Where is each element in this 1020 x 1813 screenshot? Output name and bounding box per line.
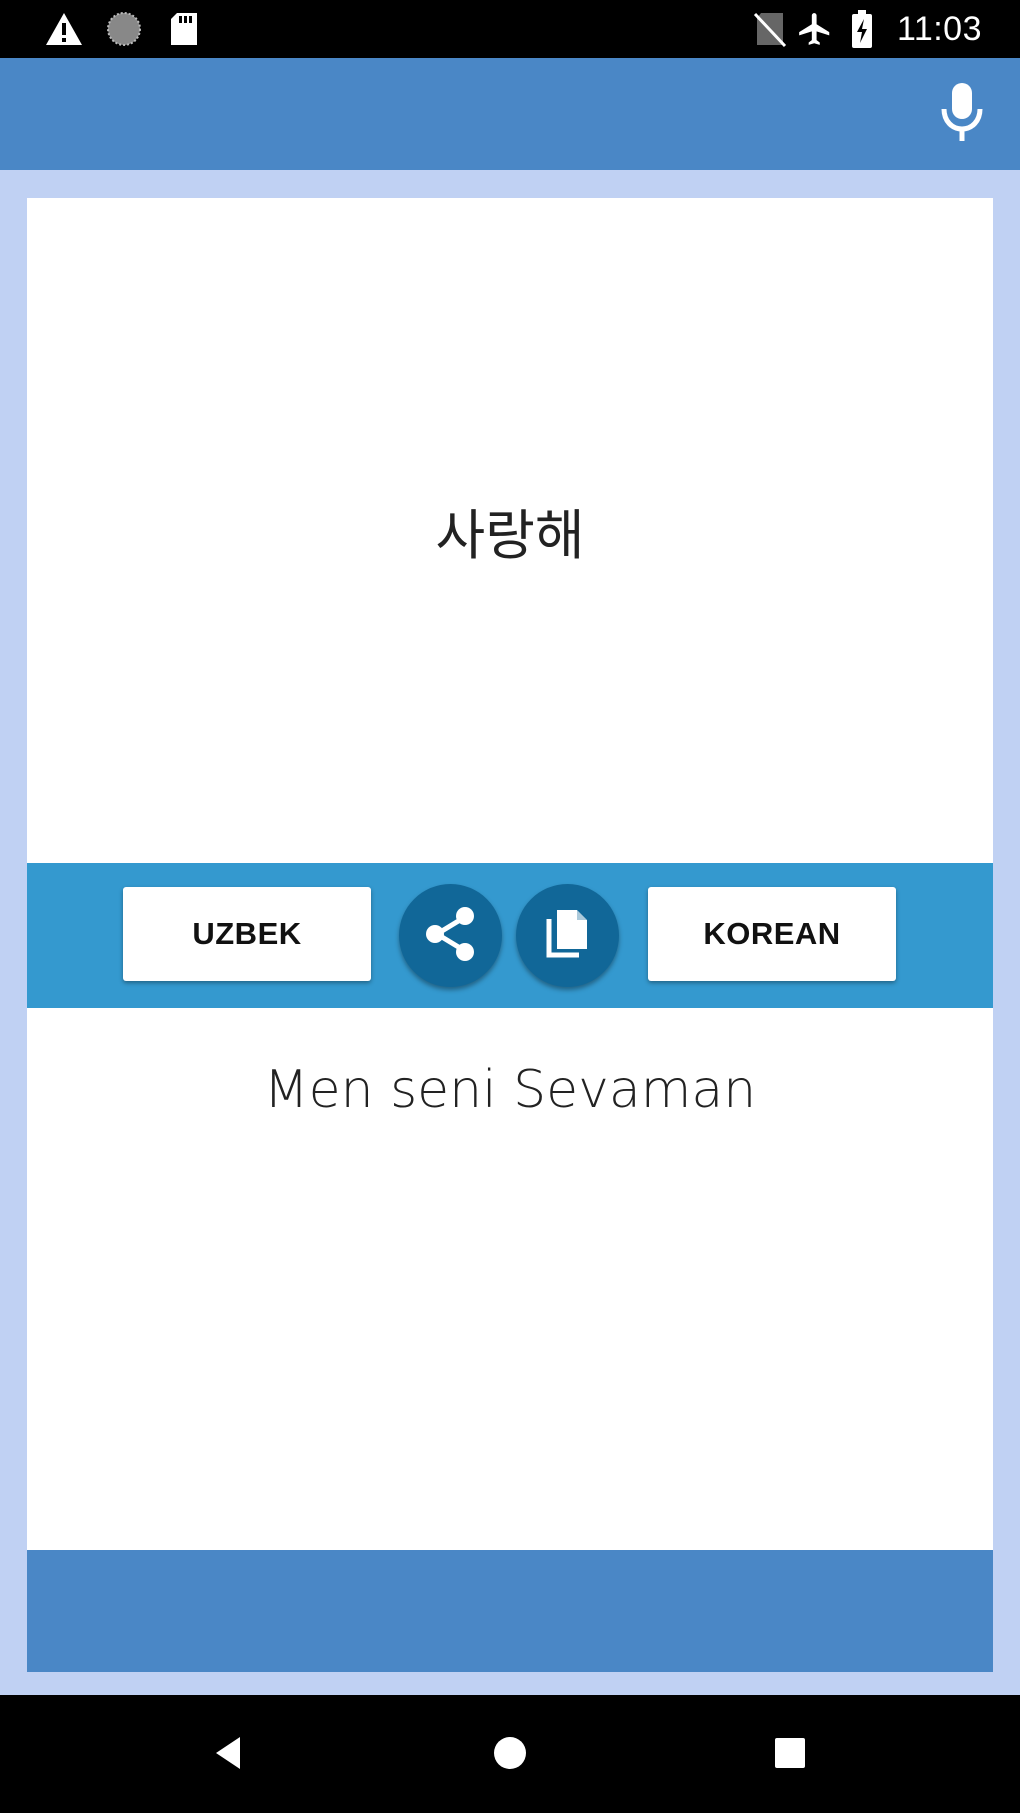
korean-language-button[interactable]: KOREAN	[648, 887, 896, 981]
back-button[interactable]	[188, 1715, 268, 1795]
source-text-area[interactable]: 사랑해	[27, 198, 993, 863]
translation-card: 사랑해 UZBEK KOREAN Men seni Sevaman	[27, 198, 993, 1672]
source-text: 사랑해	[435, 504, 585, 567]
share-button[interactable]	[399, 884, 502, 987]
navigation-bar	[0, 1695, 1020, 1813]
sync-icon	[102, 0, 146, 58]
target-text-area[interactable]: Men seni Sevaman	[27, 1008, 993, 1538]
warning-icon	[42, 0, 86, 58]
content-frame: 사랑해 UZBEK KOREAN Men seni Sevaman	[0, 170, 1020, 1695]
copy-icon	[543, 907, 593, 965]
home-button[interactable]	[470, 1715, 550, 1795]
copy-button[interactable]	[516, 884, 619, 987]
recents-button[interactable]	[750, 1715, 830, 1795]
sd-card-icon	[166, 0, 202, 58]
recents-icon	[770, 1733, 810, 1777]
uzbek-language-button[interactable]: UZBEK	[123, 887, 371, 981]
microphone-button[interactable]	[926, 78, 998, 150]
home-icon	[490, 1733, 530, 1777]
language-toolbar: UZBEK KOREAN	[27, 863, 993, 1008]
airplane-icon	[794, 0, 836, 58]
back-icon	[208, 1733, 248, 1777]
microphone-icon	[938, 81, 986, 147]
status-bar: 11:03	[0, 0, 1020, 58]
no-sim-icon	[750, 0, 790, 58]
share-icon	[421, 903, 481, 969]
status-time: 11:03	[896, 10, 982, 48]
target-text: Men seni Sevaman	[263, 1060, 757, 1120]
ad-banner-area	[27, 1550, 993, 1672]
app-bar	[0, 58, 1020, 170]
battery-charging-icon	[846, 0, 878, 58]
